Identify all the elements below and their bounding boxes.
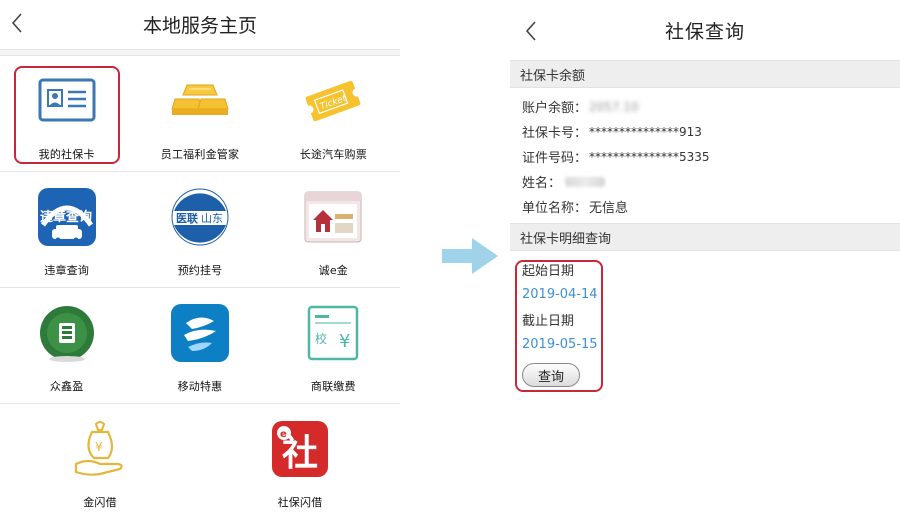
start-date-input[interactable]: 2019-04-14 — [522, 282, 900, 307]
field-label: 账户余额： — [522, 101, 588, 116]
page-title: 本地服务主页 — [142, 15, 257, 37]
coin-icon — [36, 302, 98, 364]
service-traffic-violation[interactable]: 违章查询 违章查询 — [0, 172, 133, 287]
service-row: 我的社保卡 员工福利金管家 Ticket 长途汽车购票 — [0, 56, 400, 172]
service-mobile-deals[interactable]: 移动特惠 — [133, 288, 266, 403]
china-mobile-icon — [169, 302, 231, 364]
service-label: 长途汽车购票 — [299, 148, 367, 161]
money-bag-hand-icon: ¥ — [69, 418, 131, 480]
local-services-screen: 本地服务主页 我的社保卡 员工福利金管家 Ticket 长途汽车购票 违章查询 … — [0, 0, 400, 526]
field-row: 证件号码： ***************5335 — [522, 144, 900, 169]
service-appointment[interactable]: 医联 山东 预约挂号 — [133, 172, 266, 287]
yen-symbol: ¥ — [95, 440, 103, 454]
ticket-icon: Ticket — [302, 70, 364, 132]
field-value: 2057.10 — [589, 99, 639, 114]
service-welfare-manager[interactable]: 员工福利金管家 — [133, 56, 266, 171]
field-label: 证件号码： — [522, 151, 588, 166]
field-label: 单位名称： — [522, 201, 588, 216]
end-date-input[interactable]: 2019-05-15 — [522, 332, 900, 357]
she-badge-icon: 社 e — [269, 418, 331, 480]
redacted-name — [565, 176, 606, 187]
svg-text:e: e — [280, 429, 287, 440]
service-jin-shan-jie[interactable]: ¥ 金闪借 — [20, 404, 180, 526]
balance-info: 账户余额： 2057.10 社保卡号： ***************913 证… — [510, 88, 900, 223]
she-text: 社 — [282, 433, 318, 474]
detail-query-form: 起始日期 2019-04-14 截止日期 2019-05-15 查询 — [510, 251, 900, 387]
yilian-text: 医联 — [176, 211, 198, 225]
service-label: 商联缴费 — [310, 380, 356, 393]
jiao-text: 校 — [315, 331, 327, 346]
field-row: 账户余额： 2057.10 — [522, 94, 900, 119]
payment-bill-icon: 校 ¥ — [302, 302, 364, 364]
service-label: 众鑫盈 — [49, 380, 84, 393]
service-cheng-e-jin[interactable]: 诚e金 — [267, 172, 400, 287]
service-my-social-card[interactable]: 我的社保卡 — [0, 56, 133, 171]
comparison-stage: { "left_screen": { "title": "本地服务主页", "b… — [0, 0, 900, 526]
start-date-label: 起始日期 — [522, 264, 575, 279]
field-value: ***************913 — [589, 124, 702, 139]
service-label: 金闪借 — [83, 496, 117, 509]
shandong-text: 山东 — [201, 212, 223, 225]
chevron-left-icon — [11, 13, 22, 33]
back-button[interactable] — [520, 18, 542, 44]
service-label: 我的社保卡 — [38, 148, 95, 161]
social-security-query-screen: 社保查询 社保卡余额 账户余额： 2057.10 社保卡号： *********… — [510, 0, 900, 526]
service-label: 诚e金 — [318, 264, 348, 277]
house-card-icon — [302, 186, 364, 248]
id-card-icon — [36, 70, 98, 132]
service-zhong-xin-ying[interactable]: 众鑫盈 — [0, 288, 133, 403]
service-label: 预约挂号 — [177, 264, 223, 277]
nav-bar: 社保查询 — [510, 0, 900, 60]
service-merchant-payment[interactable]: 校 ¥ 商联缴费 — [267, 288, 400, 403]
traffic-violation-icon: 违章查询 — [36, 186, 98, 248]
service-row: 众鑫盈 移动特惠 校 ¥ 商联缴费 — [0, 288, 400, 404]
service-label: 移动特惠 — [177, 380, 223, 393]
back-button[interactable] — [6, 10, 28, 36]
page-title: 社保查询 — [664, 20, 745, 43]
service-row: ¥ 金闪借 社 e 社保闪借 — [0, 404, 400, 526]
field-row: 社保卡号： ***************913 — [522, 119, 900, 144]
nav-bar: 本地服务主页 — [0, 0, 400, 50]
field-label: 社保卡号： — [522, 126, 588, 141]
field-value: 无信息 — [589, 201, 629, 216]
service-social-flash-loan[interactable]: 社 e 社保闪借 — [220, 404, 380, 526]
service-row: 违章查询 违章查询 医联 山东 预约挂号 诚e金 — [0, 172, 400, 288]
yen-text: ¥ — [339, 331, 350, 352]
end-date-label: 截止日期 — [522, 314, 575, 329]
balance-section-header: 社保卡余额 — [510, 60, 900, 88]
detail-section-header: 社保卡明细查询 — [510, 223, 900, 251]
arrow-right-icon — [442, 238, 498, 278]
service-label: 员工福利金管家 — [160, 148, 240, 161]
service-bus-ticket[interactable]: Ticket 长途汽车购票 — [267, 56, 400, 171]
field-row: 单位名称： 无信息 — [522, 194, 900, 219]
violation-text: 违章查询 — [40, 209, 92, 225]
query-button[interactable]: 查询 — [522, 363, 580, 387]
chevron-left-icon — [525, 21, 536, 41]
field-row: 姓名： — [522, 169, 900, 194]
field-value: ***************5335 — [589, 149, 710, 164]
medical-appointment-icon: 医联 山东 — [169, 186, 231, 248]
gold-bars-icon — [169, 70, 231, 132]
field-label: 姓名： — [522, 176, 562, 191]
service-label: 社保闪借 — [277, 496, 323, 509]
service-label: 违章查询 — [44, 264, 90, 277]
